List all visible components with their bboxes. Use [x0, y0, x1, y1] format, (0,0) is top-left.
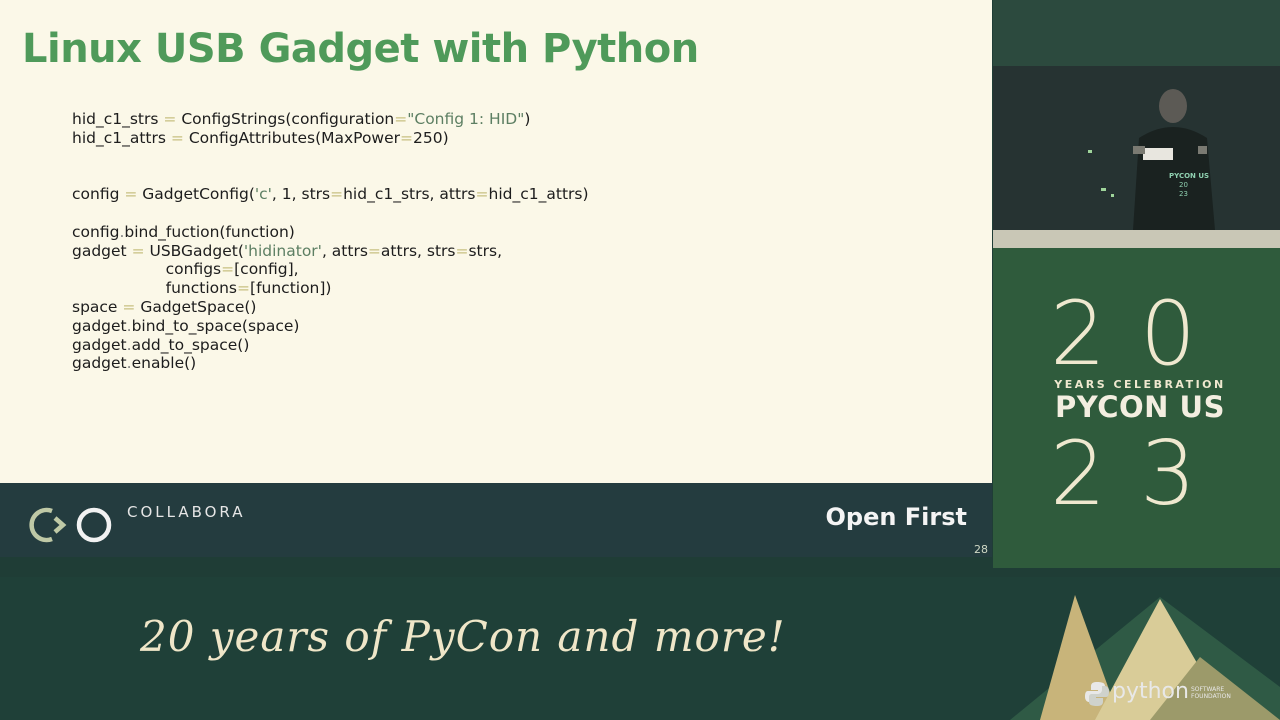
mid-decor-strip	[993, 230, 1280, 248]
code-line: gadget.add_to_space()	[72, 336, 589, 355]
code-token: config	[72, 185, 125, 204]
speaker-figure-icon: PYCON US 20 23	[993, 66, 1280, 230]
code-line: hid_c1_attrs = ConfigAttributes(MaxPower…	[72, 129, 589, 148]
slide-title: Linux USB Gadget with Python	[22, 26, 699, 72]
code-line: gadget = USBGadget('hidinator', attrs=at…	[72, 242, 589, 261]
code-token: bind_fuction(function)	[124, 222, 295, 241]
code-line: gadget.enable()	[72, 354, 589, 373]
code-token: config	[72, 222, 120, 241]
sponsor-subtitle: SOFTWARE FOUNDATION	[1191, 686, 1231, 700]
code-token: ConfigAttributes(MaxPower	[183, 128, 401, 147]
code-token: =	[475, 185, 489, 204]
sponsor-name: python	[1112, 679, 1189, 704]
code-token: , 1, strs	[271, 185, 331, 204]
code-token: =	[122, 297, 136, 316]
code-token: )	[524, 110, 531, 128]
code-token: =	[400, 128, 414, 147]
code-token: [config],	[234, 260, 299, 279]
code-token: add_to_space()	[131, 335, 250, 354]
code-token: strs,	[468, 241, 503, 260]
code-token: 250)	[413, 128, 449, 147]
code-token: GadgetConfig(	[137, 185, 255, 204]
code-token: =	[124, 185, 138, 204]
code-token: hid_c1_strs, attrs	[343, 185, 476, 204]
code-token: 'c'	[254, 185, 272, 204]
code-block: hid_c1_strs = ConfigStrings(configuratio…	[72, 110, 589, 373]
code-token: =	[221, 260, 235, 279]
event-year-bottom: 23	[1050, 422, 1230, 525]
code-token: GadgetSpace()	[135, 297, 257, 316]
code-token: =	[131, 241, 145, 260]
shirt-text: PYCON US	[1169, 172, 1209, 180]
code-token: functions	[72, 279, 238, 298]
code-token: , attrs	[321, 241, 368, 260]
code-token: =	[455, 241, 469, 260]
code-token: gadget	[72, 335, 127, 354]
code-token: =	[163, 110, 177, 128]
code-token: space	[72, 297, 123, 316]
code-line: hid_c1_strs = ConfigStrings(configuratio…	[72, 110, 589, 129]
code-token: enable()	[131, 354, 197, 373]
shirt-year-bottom: 23	[1179, 190, 1188, 198]
code-token: attrs, strs	[380, 241, 456, 260]
slide-tagline: Open First	[825, 503, 967, 531]
shirt-year-top: 20	[1179, 181, 1188, 189]
top-decor-strip	[993, 0, 1280, 66]
code-token: =	[237, 279, 251, 298]
collabora-logo-icon	[29, 507, 112, 543]
slide-number: 28	[974, 543, 988, 556]
code-token: "Config 1: HID"	[407, 110, 525, 128]
presentation-slide: Linux USB Gadget with Python hid_c1_strs…	[0, 0, 992, 557]
slogan-text: 20 years of PyCon and more!	[140, 612, 786, 661]
speaker-video-feed: PYCON US 20 23	[993, 66, 1280, 230]
code-token: gadget	[72, 354, 127, 373]
code-line: functions=[function])	[72, 279, 589, 298]
code-token: [function])	[250, 279, 332, 298]
code-token: gadget	[72, 316, 127, 335]
code-token: USBGadget(	[144, 241, 244, 260]
code-token: hid_c1_attrs)	[488, 185, 589, 204]
code-token: =	[170, 128, 184, 147]
code-token: hid_c1_attrs	[72, 128, 171, 147]
code-token: 'hidinator'	[243, 241, 322, 260]
code-token: gadget	[72, 241, 132, 260]
code-token: bind_to_space(space)	[131, 316, 300, 335]
code-line: gadget.bind_to_space(space)	[72, 317, 589, 336]
code-line: config.bind_fuction(function)	[72, 223, 589, 242]
code-token: ConfigStrings(configuration	[176, 110, 395, 128]
code-line: configs=[config],	[72, 260, 589, 279]
code-token: =	[394, 110, 408, 128]
code-token: =	[367, 241, 381, 260]
event-name: PYCON US	[1055, 390, 1225, 424]
python-logo-icon	[1085, 682, 1109, 706]
code-token: hid_c1_strs	[72, 110, 164, 128]
code-line: space = GadgetSpace()	[72, 298, 589, 317]
code-token: =	[330, 185, 344, 204]
brand-name: COLLABORA	[127, 503, 246, 521]
code-token: configs	[72, 260, 222, 279]
event-year-top: 20	[1050, 282, 1230, 385]
code-line: config = GadgetConfig('c', 1, strs=hid_c…	[72, 185, 589, 204]
